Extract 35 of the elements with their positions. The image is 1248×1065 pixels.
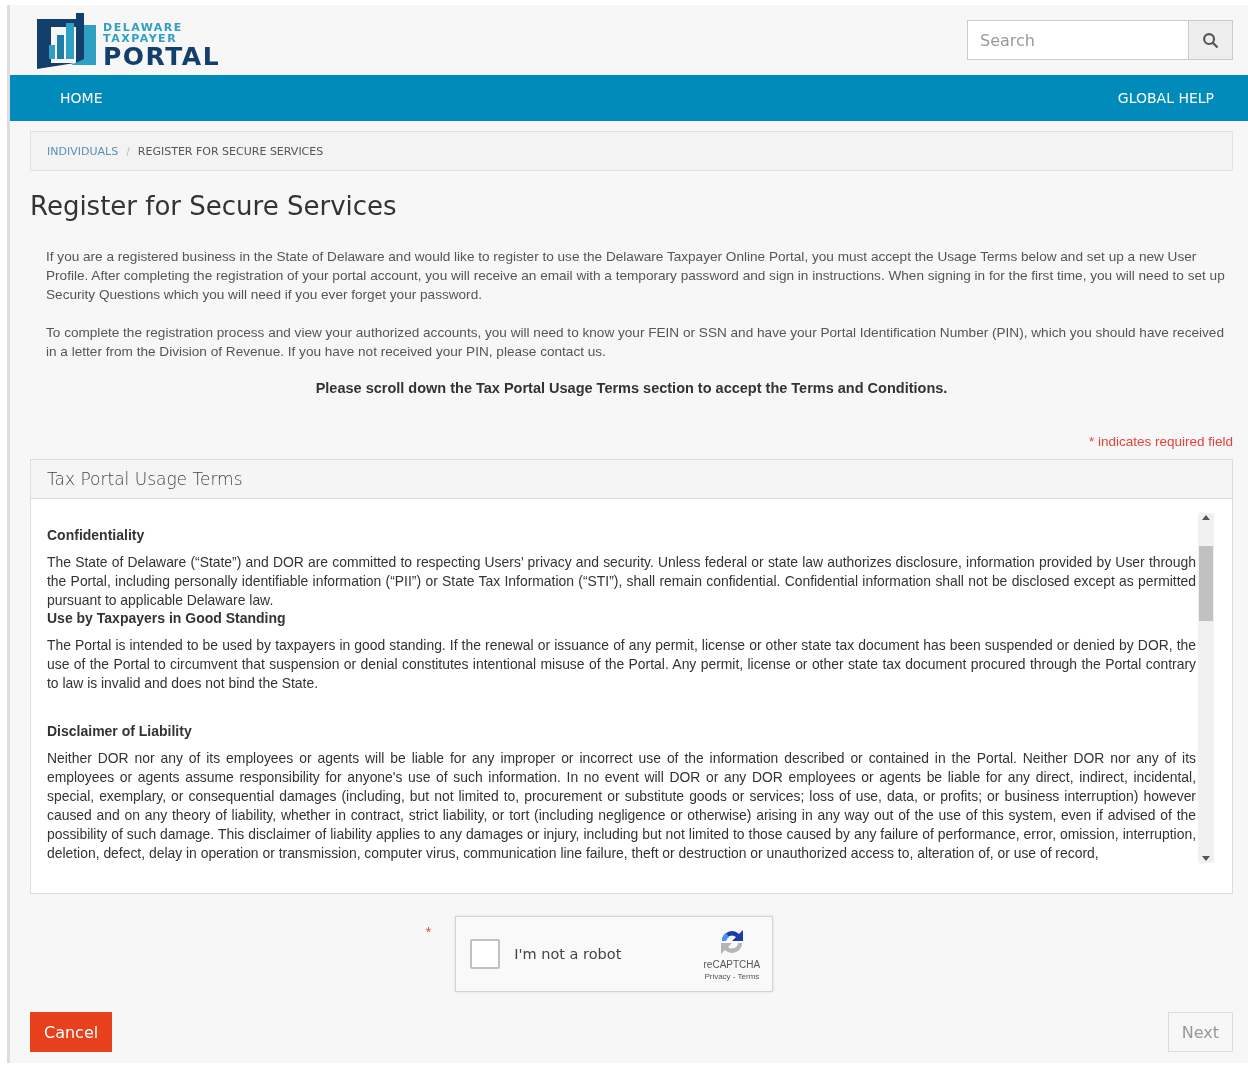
section-text: Neither DOR nor any of its employees or agents will be liable for any improper or incorrect use of the information described or contained in the Portal. Neither DOR nor any of its employees or agents assume responsibility for anyone's use of such information. In no event will DOR or any DOR employees or agents be liable for any direct, indirect, incidental, special, exemplary, or consequential damages (including, but not limited to, procurement or substitute goods or services; loss of use, data, or profits; or business interruption) however caused and on any theory of liability, whether in contract, strict liability, or tort (including negligence or otherwise) arising in any way out of the use of this system, even if advised of the possibility of such damage. This disclaimer of liability applies to any damages or injury, including but not limited to those caused by any failure of performance, error, omission, interruption, deletion, defect, delay in operation or transmission, computer virus, communication line failure, theft or destruction or unauthorized access to, alteration of, or use of record, xyxy=(47,749,1196,863)
logo-text: DELAWARE xyxy=(103,22,184,33)
scroll-up-icon[interactable] xyxy=(1201,513,1211,521)
scrollbar-thumb[interactable] xyxy=(1199,546,1213,621)
scroll-down-icon[interactable] xyxy=(1201,855,1211,863)
page-title: Register for Secure Services xyxy=(30,191,398,221)
cancel-button[interactable]: Cancel xyxy=(30,1012,113,1052)
next-button[interactable]: Next xyxy=(1167,1012,1233,1052)
scrollbar[interactable] xyxy=(1198,513,1214,863)
breadcrumb-link[interactable]: INDIVIDUALS xyxy=(47,144,119,158)
logo-icon xyxy=(35,11,99,69)
required-note: * indicates required field xyxy=(1088,434,1233,449)
captcha-links[interactable]: Privacy - Terms xyxy=(704,972,760,981)
search-button[interactable] xyxy=(1188,21,1232,59)
section-text: The Portal is intended to be used by taxpayers in good standing. If the renewal or issuance of any permit, license or other state tax document has been suspended or denied by DOR, the use of the Portal to circumvent that suspension or denial constitutes intentional misuse of the Portal. Any permit, license or other state tax document procured through the Portal contrary to law is invalid and does not bind the State. xyxy=(47,636,1196,693)
search-field[interactable]: Search xyxy=(967,20,1233,60)
nav-link[interactable]: HOME xyxy=(60,90,103,106)
breadcrumb-separator: / xyxy=(126,144,130,158)
notice-text: Please scroll down the Tax Portal Usage Terms section to accept the Terms and Conditions. xyxy=(314,380,949,396)
captcha-label: I'm not a robot xyxy=(514,946,623,962)
logo-text: TAXPAYER xyxy=(103,33,179,44)
section-heading: Disclaimer of Liability xyxy=(47,722,193,739)
section-heading: Use by Taxpayers in Good Standing xyxy=(47,610,287,626)
captcha-brand: reCAPTCHA xyxy=(703,959,761,970)
section-text: The State of Delaware (“State”) and DOR are committed to respecting Users’ privacy and security. Unless federal or state law authorizes disclosure, information provided by User through the Portal, including personally identifiable information (“PII”) or State Tax Information (“STI”), shall remain confidential. Confidential information shall not be disclosed except as permitted pursuant to applicable Delaware law. xyxy=(47,553,1196,610)
logo-title: PORTAL xyxy=(103,44,221,69)
intro-paragraph: If you are a registered business in the State of Delaware and would like to register to use the Delaware Taxpayer Online Portal, you must accept the Usage Terms below and set up a new User Profile. After completing the registration of your portal account, you will receive an email with a temporary password and sign in instructions. When signing in for the first time, you will need to set up Security Questions which you will need if you ever forget your password. xyxy=(46,248,1226,304)
section-heading: Confidentiality xyxy=(47,527,146,543)
search-icon xyxy=(1202,31,1219,49)
breadcrumb-current: REGISTER FOR SECURE SERVICES xyxy=(137,144,324,158)
required-mark: * xyxy=(425,923,432,942)
captcha-checkbox[interactable] xyxy=(470,939,501,969)
panel-title: Tax Portal Usage Terms xyxy=(31,460,1232,499)
nav-link[interactable]: GLOBAL HELP xyxy=(1117,90,1214,106)
intro-paragraph: To complete the registration process and view your authorized accounts, you will need to know your FEIN or SSN and have your Portal Identification Number (PIN), which you should have received in a letter from the Division of Revenue. If you have not received your PIN, please contact us. xyxy=(46,324,1225,361)
